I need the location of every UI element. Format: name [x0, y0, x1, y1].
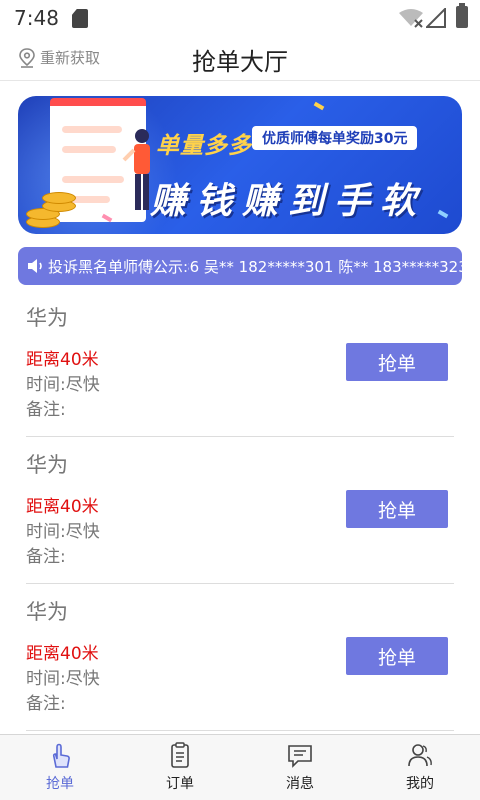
order-distance: 距离40米	[26, 350, 99, 370]
tab-grab-order[interactable]: 抢单	[0, 735, 120, 800]
grab-order-button[interactable]: 抢单	[346, 490, 448, 528]
grab-order-button[interactable]: 抢单	[346, 343, 448, 381]
notice-scroll-text: 36 吴** 182*****301 陈** 183*****323 孙	[188, 257, 462, 276]
order-item: 华为 距离40米 时间:尽快 备注: 抢单	[26, 437, 454, 584]
speaker-icon	[28, 259, 42, 273]
battery-icon	[456, 3, 468, 28]
order-brand: 华为	[26, 453, 68, 477]
notice-label: 投诉黑名单师傅公示:	[48, 257, 189, 276]
user-icon	[408, 744, 432, 767]
order-item: 华为 距离40米 时间:尽快 备注: 抢单	[26, 584, 454, 731]
promo-banner[interactable]: 单量多多 优质师傅每单奖励30元 赚钱赚到手软	[18, 96, 462, 234]
notice-marquee: 36 吴** 182*****301 陈** 183*****323 孙	[188, 256, 462, 277]
order-note: 备注:	[26, 400, 66, 420]
bottom-tab-bar: 抢单 订单 消息 我的	[0, 734, 480, 800]
banner-reward-text: 优质师傅每单奖励30元	[252, 126, 418, 150]
tab-label: 我的	[406, 776, 434, 792]
order-brand: 华为	[26, 306, 68, 330]
banner-slogan-top: 单量多多	[156, 133, 252, 159]
order-list: 华为 距离40米 时间:尽快 备注: 抢单 华为 距离40米 时间:尽快 备注:…	[26, 290, 454, 731]
clipboard-icon	[171, 742, 189, 768]
wifi-off-icon	[399, 9, 423, 28]
notice-bar[interactable]: 投诉黑名单师傅公示: 36 吴** 182*****301 陈** 183***…	[18, 247, 462, 285]
tab-messages[interactable]: 消息	[240, 735, 360, 800]
order-time: 时间:尽快	[26, 375, 100, 395]
order-distance: 距离40米	[26, 644, 99, 664]
banner-slogan-main: 赚钱赚到手软	[150, 181, 427, 222]
status-time: 7:48	[14, 6, 59, 30]
status-bar: 7:48	[0, 0, 480, 36]
sd-card-icon	[72, 9, 88, 28]
order-note: 备注:	[26, 694, 66, 714]
order-note: 备注:	[26, 547, 66, 567]
order-item: 华为 距离40米 时间:尽快 备注: 抢单	[26, 290, 454, 437]
coins-illustration	[18, 188, 78, 232]
tab-label: 抢单	[46, 776, 74, 792]
order-distance: 距离40米	[26, 497, 99, 517]
tab-profile[interactable]: 我的	[360, 735, 480, 800]
title-bar: 重新获取 抢单大厅	[0, 36, 480, 81]
message-icon	[288, 745, 312, 768]
tab-label: 消息	[286, 776, 314, 792]
order-brand: 华为	[26, 600, 68, 624]
order-time: 时间:尽快	[26, 522, 100, 542]
grab-order-icon	[52, 743, 70, 768]
page-title: 抢单大厅	[192, 48, 288, 76]
order-time: 时间:尽快	[26, 669, 100, 689]
grab-order-button[interactable]: 抢单	[346, 637, 448, 675]
signal-icon	[426, 8, 446, 28]
tab-orders[interactable]: 订单	[120, 735, 240, 800]
tab-label: 订单	[166, 776, 194, 792]
